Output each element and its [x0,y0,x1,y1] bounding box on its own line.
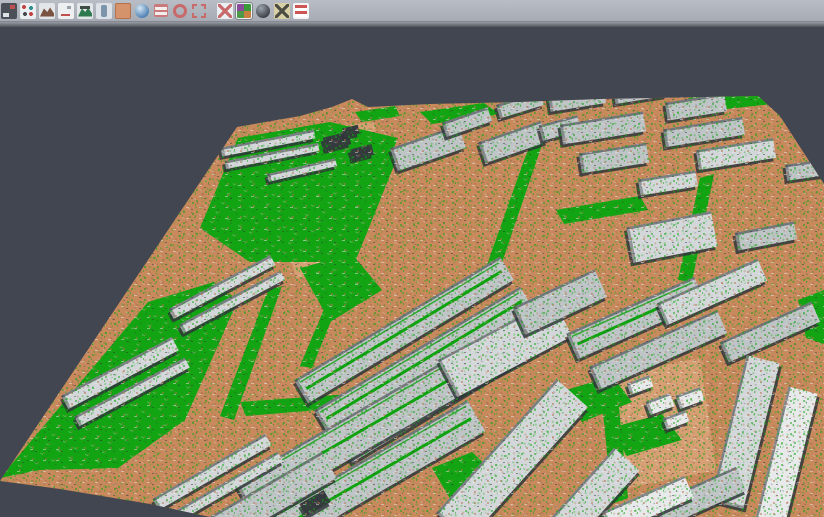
roof-ridge [613,80,665,91]
toolbar-button-remove-rows-icon[interactable] [293,3,309,19]
toolbar-button-measure-icon[interactable] [274,3,290,19]
toolbar-button-ground-class-icon[interactable] [115,3,131,19]
toolbar-button-globe-view-icon[interactable] [135,4,149,18]
toolbar-button-zoom-extents-icon[interactable] [191,3,207,19]
point-cloud-scene[interactable] [0,27,824,517]
application-window [0,0,824,517]
toolbar-button-clear-selection-icon[interactable] [217,3,233,19]
3d-viewport[interactable] [0,27,824,517]
toolbar-button-snapshot-icon[interactable] [256,4,270,18]
toolbar [0,0,824,22]
toolbar-button-layer-stack-icon[interactable] [154,4,168,17]
toolbar-button-classify-points-icon[interactable] [20,3,36,19]
toolbar-button-save-icon[interactable] [1,3,17,19]
toolbar-button-surface-model-icon[interactable] [77,3,93,19]
toolbar-button-terrain-model-icon[interactable] [39,3,55,19]
toolbar-button-class-colors-icon[interactable] [236,3,252,19]
roof-ridge [548,86,604,97]
toolbar-button-column-view-icon[interactable] [96,3,112,19]
toolbar-button-rotate-view-icon[interactable] [173,4,187,18]
pointcloud-speckle [0,27,824,517]
toolbar-button-profile-icon[interactable] [58,3,74,19]
